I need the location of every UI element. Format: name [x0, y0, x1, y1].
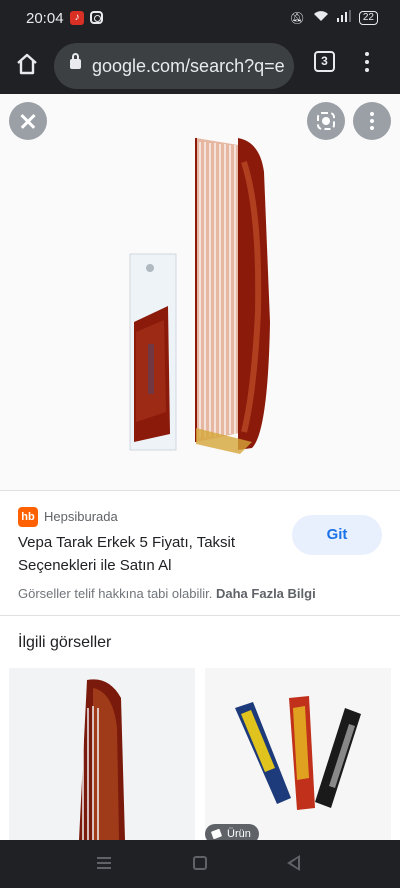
more-options-button[interactable] [353, 102, 391, 140]
status-time: 20:04 [26, 10, 64, 27]
system-navigation-bar [0, 840, 400, 888]
address-bar[interactable]: google.com/search?q=e [54, 43, 294, 89]
close-button[interactable] [9, 102, 47, 140]
comb-product-image [129, 138, 270, 454]
mute-icon: 🔕︎ [289, 10, 305, 25]
back-button[interactable] [287, 855, 300, 871]
combs-thumbnail-image [235, 696, 361, 810]
lens-search-button[interactable] [307, 102, 345, 140]
visit-button[interactable]: Git [292, 515, 382, 555]
more-info-link[interactable]: Daha Fazla Bilgi [216, 586, 316, 601]
source-name[interactable]: Hepsiburada [44, 509, 118, 524]
recent-apps-button[interactable] [97, 857, 111, 869]
url-text: google.com/search?q=e [92, 56, 285, 76]
comb-thumbnail-image [79, 679, 125, 840]
product-badge: Ürün [205, 824, 259, 840]
browser-toolbar: google.com/search?q=e 3 [0, 38, 400, 94]
related-images-heading: İlgili görseller [18, 634, 112, 651]
instagram-notification-icon [90, 11, 103, 24]
browser-menu-button[interactable] [362, 52, 372, 76]
home-nav-button[interactable] [193, 856, 207, 870]
copyright-notice: Görseller telif hakkına tabi olabilir. D… [18, 586, 316, 601]
home-icon [17, 53, 37, 75]
home-button[interactable] [14, 51, 40, 77]
related-image-thumbnail[interactable]: Ürün [205, 668, 391, 840]
product-badge-label: Ürün [227, 828, 251, 840]
preview-image-area[interactable] [0, 94, 400, 490]
signal-icon [336, 10, 351, 25]
status-icons: 🔕︎ 22 [290, 10, 378, 25]
status-bar: 20:04 ♪ 🔕︎ 22 [0, 0, 400, 38]
tab-switcher-button[interactable]: 3 [314, 51, 335, 72]
image-source-panel: hb Hepsiburada Vepa Tarak Erkek 5 Fiyatı… [0, 490, 400, 616]
wifi-icon [313, 10, 329, 25]
tag-icon [210, 828, 223, 840]
lock-icon [70, 53, 81, 69]
battery-indicator: 22 [358, 10, 378, 25]
music-notification-icon: ♪ [70, 11, 84, 25]
source-logo: hb [18, 507, 38, 527]
copyright-text: Görseller telif hakkına tabi olabilir. [18, 586, 213, 601]
related-image-thumbnail[interactable] [9, 668, 195, 840]
result-title[interactable]: Vepa Tarak Erkek 5 Fiyatı, Taksit Seçene… [18, 531, 278, 577]
image-viewer: hb Hepsiburada Vepa Tarak Erkek 5 Fiyatı… [0, 94, 400, 840]
